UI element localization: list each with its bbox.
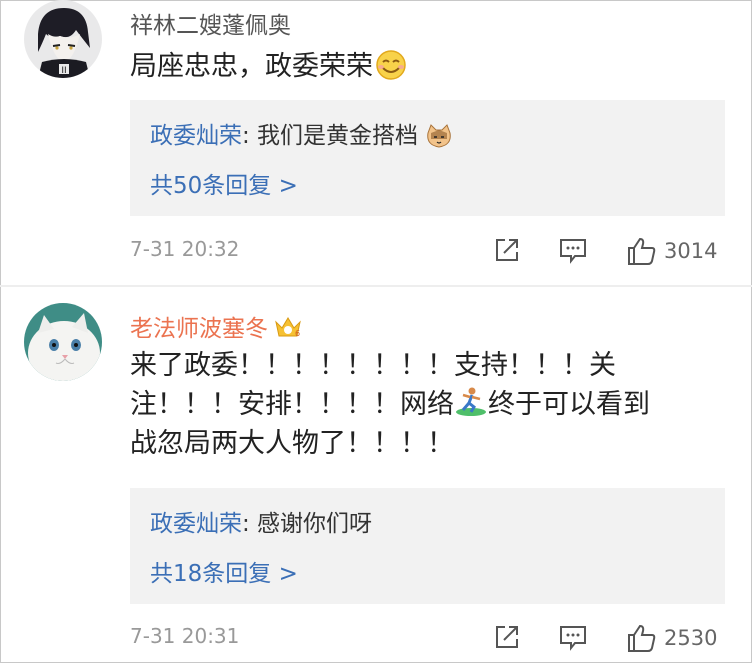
smile-emoji-icon: [373, 49, 409, 81]
like-button[interactable]: 2530: [626, 622, 717, 654]
share-icon[interactable]: [492, 235, 522, 267]
view-replies-link[interactable]: 共18条回复 >: [150, 554, 298, 588]
username[interactable]: 老法师波塞冬 6: [130, 309, 302, 343]
avatar[interactable]: [24, 303, 102, 381]
reply-line: 政委灿荣: 感谢你们呀: [150, 504, 372, 538]
comment-icon[interactable]: [558, 622, 588, 654]
comment-item: II 祥林二嫂蓬佩奥 局座忠忠，政委荣荣 政委灿荣: 我们是黄金搭档 共50条回…: [0, 0, 752, 285]
username[interactable]: 祥林二嫂蓬佩奥: [130, 6, 291, 40]
like-count: 2530: [664, 626, 718, 650]
timestamp: 7-31 20:32: [130, 237, 240, 261]
comment-text: 来了政委！！！！！！！！支持！！！关 注！！！安排！！！！网络 终于可以看到 战忽…: [130, 350, 650, 459]
svg-text:6: 6: [295, 329, 300, 338]
avatar[interactable]: II: [24, 0, 102, 78]
reply-username[interactable]: 政委灿荣: [150, 123, 242, 149]
comment-item: 老法师波塞冬 6 来了政委！！！！！！！！支持！！！关 注！！！安排！！！！网络终…: [0, 287, 752, 663]
reply-text: : 感谢你们呀: [242, 511, 373, 537]
view-replies-link[interactable]: 共50条回复 >: [150, 166, 298, 200]
reply-preview[interactable]: 政委灿荣: 我们是黄金搭档 共50条回复 >: [130, 100, 725, 216]
cat-emoji-icon: [425, 123, 453, 149]
like-button[interactable]: 3014: [626, 235, 717, 267]
surfer-emoji-icon: [454, 385, 488, 419]
crown-badge-icon: 6: [274, 314, 302, 340]
comment-text: 局座忠忠，政委荣荣: [130, 47, 690, 86]
share-icon[interactable]: [492, 622, 522, 654]
thumbs-up-icon: [626, 623, 658, 653]
timestamp: 7-31 20:31: [130, 624, 240, 648]
svg-text:II: II: [61, 66, 66, 76]
thumbs-up-icon: [626, 236, 658, 266]
comment-footer: 7-31 20:32 3014: [130, 235, 730, 267]
comment-footer: 7-31 20:31 2530: [130, 622, 730, 654]
like-count: 3014: [664, 239, 718, 263]
reply-line: 政委灿荣: 我们是黄金搭档: [150, 116, 453, 150]
reply-preview[interactable]: 政委灿荣: 感谢你们呀 共18条回复 >: [130, 488, 725, 604]
reply-username[interactable]: 政委灿荣: [150, 511, 242, 537]
reply-text: : 我们是黄金搭档: [242, 123, 419, 149]
comment-icon[interactable]: [558, 235, 588, 267]
